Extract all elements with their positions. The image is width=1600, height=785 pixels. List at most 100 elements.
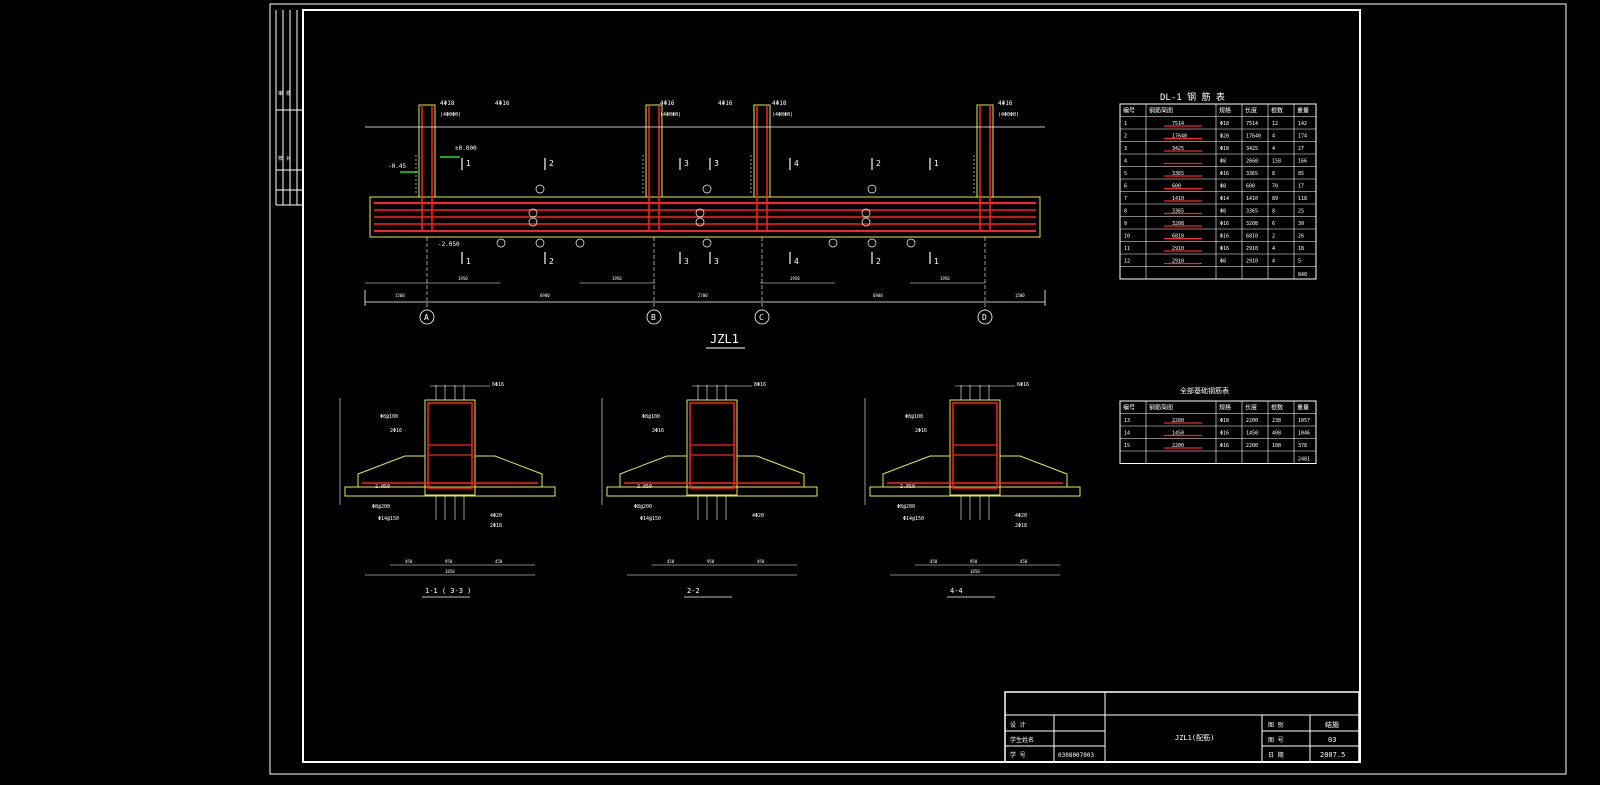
table-cell: 17640 (1246, 134, 1261, 140)
table-cell: 2200 (1246, 418, 1258, 424)
section-mark-top: 4 (794, 159, 799, 168)
top-rebar-label: 4Φ16 (495, 100, 510, 107)
tb-right-value-3: 2007.5 (1320, 751, 1345, 759)
table-cell: 6810 (1246, 234, 1258, 240)
table-header-cell: 长度 (1245, 404, 1257, 412)
section-title: 1-1 ( 3-3 ) (425, 587, 471, 595)
dimension-text: 1950 (940, 276, 950, 281)
table-header-cell: 编号 (1123, 107, 1135, 115)
section-elev-label: -2.050 (634, 484, 652, 490)
table-cell: 9 (1124, 221, 1127, 227)
tb-student-id: 0308007003 (1058, 752, 1095, 759)
table-cell: 408 (1272, 431, 1281, 437)
callout-bubble (828, 238, 838, 248)
tb-right-label-1: 图 别 (1268, 721, 1284, 729)
section-elev-label: -2.050 (897, 484, 915, 490)
cross-sections: 6Φ16 Φ8@100 2Φ16 -2.050 Φ8@200 Φ14@150 4Φ20 2Φ1… (339, 382, 1081, 598)
table-cell: 3365 (1172, 171, 1184, 177)
top-rebar-label: 4Φ16 (718, 100, 733, 107)
callout-bubble (575, 238, 585, 248)
table-cell: 14 (1124, 431, 1130, 437)
table-cell: Φ16 (1220, 171, 1229, 177)
table-cell: 174 (1298, 134, 1307, 140)
table-cell: Φ18 (1220, 146, 1229, 152)
section-stirrup-label: Φ8@100 (642, 414, 660, 420)
callout-bubble (867, 238, 877, 248)
section-dim: 450 (405, 559, 413, 564)
section-total-dim: 1850 (445, 569, 455, 574)
section-dim: 450 (757, 559, 765, 564)
table-cell: 238 (1272, 418, 1281, 424)
callout-bubble (702, 184, 712, 194)
section-bottom2-label: Φ14@150 (903, 516, 924, 522)
table-cell: 7514 (1246, 121, 1258, 127)
table-cell: 6 (1124, 184, 1127, 190)
callout-bubble (867, 184, 877, 194)
tb-label-student: 学生姓名 (1010, 736, 1034, 744)
table-cell: 15 (1124, 443, 1130, 449)
tb-drawing-name: JZL1(配筋) (1175, 733, 1214, 742)
table-cell: 1410 (1246, 196, 1258, 202)
top-rebar-labels: 4Φ18 4Φ16 4Φ16 4Φ16 4Φ18 4Φ16 (4ΦΘΦΘ) (4ΦΘΦΘ) (4… (440, 100, 1019, 118)
axis-label: C (759, 313, 764, 322)
section-rb2-label: 2Φ18 (490, 523, 502, 529)
table-cell: 85 (1298, 171, 1304, 177)
table-header-cell: 规格 (1219, 404, 1231, 412)
table-cell: 4 (1272, 259, 1275, 265)
table-cell: 5 (1124, 171, 1127, 177)
tb-label-id: 学 号 (1010, 751, 1026, 759)
table-cell: 2910 (1246, 259, 1258, 265)
strip-label-2: 校 对 (278, 155, 291, 162)
rebar-table-1: DL-1 钢 筋 表 编号 钢筋简图 规格 长度 根数 重量1 7514 Φ18 7514 12 1… (1119, 91, 1317, 280)
table-header-cell: 钢筋简图 (1149, 107, 1173, 115)
section-mark-top: 3 (714, 159, 719, 168)
section-mark-bottom: 3 (714, 257, 719, 266)
dimension-text: 1950 (790, 276, 800, 281)
table-cell: 1450 (1246, 431, 1258, 437)
section-mark-bottom: 1 (466, 257, 471, 266)
table-header-cell: 长度 (1245, 107, 1257, 115)
dimension-text: 1950 (612, 276, 622, 281)
section-side-label: 2Φ16 (390, 428, 402, 434)
elev-zero-label: ±0.000 (455, 145, 477, 152)
rebar-callouts (496, 184, 916, 248)
table-cell: 8 (1272, 171, 1275, 177)
table-cell: 12 (1124, 259, 1130, 265)
top-stirrup-label: (4ΦΘΦΘ) (772, 112, 793, 118)
outer-border (269, 3, 1567, 775)
callout-bubble (695, 217, 705, 227)
top-stirrup-label: (4ΦΘΦΘ) (440, 112, 461, 118)
section-0: 6Φ16 Φ8@100 2Φ16 -2.050 Φ8@200 Φ14@150 4Φ20 2Φ1… (339, 382, 556, 598)
section-side-label: 2Φ16 (652, 428, 664, 434)
section-mark-bottom: 4 (794, 257, 799, 266)
section-mark-top: 2 (876, 159, 881, 168)
section-dim: 950 (707, 559, 715, 564)
table-cell: Φ16 (1220, 443, 1229, 449)
top-stirrup-label: (4ΦΘΦΘ) (998, 112, 1019, 118)
section-top-label: 8Φ16 (754, 382, 766, 388)
table-cell: 378 (1298, 443, 1307, 449)
top-rebar-label: 4Φ16 (998, 100, 1013, 107)
elev-045-label: -0.45 (388, 163, 406, 170)
table-cell: Φ8 (1220, 159, 1226, 165)
table-cell: 600 (1246, 184, 1255, 190)
dimension-text: 6900 (540, 293, 550, 298)
section-dim: 450 (495, 559, 503, 564)
table-cell: 5 (1298, 259, 1301, 265)
section-dim: 450 (1020, 559, 1028, 564)
section-title: 4-4 (950, 587, 963, 595)
table-cell: 2660 (1246, 159, 1258, 165)
dimension-text: 6900 (873, 293, 883, 298)
callout-bubble (861, 217, 871, 227)
dimension-text: 1500 (395, 293, 405, 298)
table-cell: 6 (1272, 221, 1275, 227)
top-rebar-label: 4Φ16 (660, 100, 675, 107)
table-cell: 3 (1124, 146, 1127, 152)
table-cell: 17640 (1172, 134, 1187, 140)
table-cell: 166 (1298, 159, 1307, 165)
table-cell: Φ18 (1220, 121, 1229, 127)
section-total-dim: 1850 (970, 569, 980, 574)
section-bottom2-label: Φ14@150 (640, 516, 661, 522)
table-cell: 27 (1298, 146, 1304, 152)
table-header-cell: 根数 (1271, 404, 1283, 412)
